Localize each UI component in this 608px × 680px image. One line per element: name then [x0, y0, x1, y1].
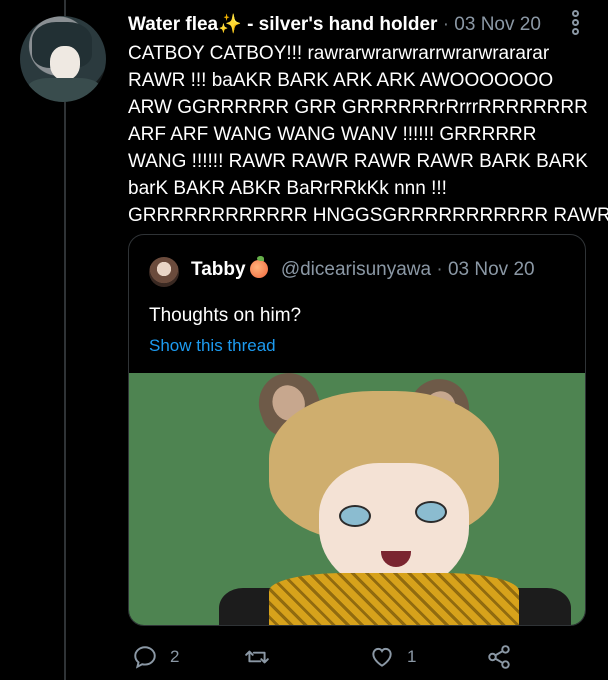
tweet-text-line: WANG !!!!!! RAWR RAWR RAWR RAWR BARK BAR…	[128, 151, 588, 172]
share-button[interactable]	[486, 644, 512, 670]
author-name[interactable]: Water flea	[128, 14, 218, 35]
like-icon	[372, 647, 392, 667]
character-scarf	[269, 573, 519, 625]
tweet-text-line: RAWR !!! baAKR BARK ARK ARK AWOOOOOOO	[128, 70, 554, 91]
character-eye-right	[415, 501, 447, 523]
reply-count: 2	[170, 647, 180, 666]
tweet-date[interactable]: 03 Nov 20	[454, 14, 541, 35]
tweet-text-line: CATBOY CATBOY!!! rawrarwrarwrarrwrarwrar…	[128, 43, 550, 64]
separator-dot: ·	[442, 14, 450, 35]
retweet-button[interactable]	[244, 644, 282, 670]
avatar-collar	[28, 78, 100, 102]
quote-text: Thoughts on him?	[149, 305, 302, 326]
quoted-tweet[interactable]: Tabby @dicearisunyawa · 03 Nov 20 Though…	[128, 234, 586, 626]
quote-header: Tabby @dicearisunyawa · 03 Nov 20	[191, 256, 535, 281]
quote-author-name[interactable]: Tabby	[191, 259, 246, 280]
quote-date[interactable]: 03 Nov 20	[448, 259, 535, 280]
tweet-text-line: ARF ARF WANG WANG WANV !!!!!! GRRRRRR	[128, 124, 537, 145]
reply-icon	[134, 646, 156, 669]
tweet-actions: 2 1	[0, 640, 608, 680]
tweet-text-line: barK BAKR ABKR BaRrRRkKk nnn !!!	[128, 178, 447, 199]
peach-emoji	[249, 256, 268, 278]
like-count: 1	[407, 647, 417, 666]
character-jacket-right	[511, 588, 571, 625]
avatar-face	[50, 46, 80, 80]
tweet-text-line: GRRRRRRRRRRRR HNGGSGRRRRRRRRRRR RAWR	[128, 205, 608, 226]
author-avatar[interactable]	[20, 16, 106, 102]
more-vertical-icon[interactable]	[568, 8, 582, 42]
reply-button[interactable]: 2	[132, 644, 179, 670]
sparkle-emoji: ✨	[218, 14, 242, 35]
show-thread-link[interactable]: Show this thread	[149, 336, 276, 356]
tweet-text: CATBOY CATBOY!!! rawrarwrarwrarrwrarwrar…	[128, 40, 608, 229]
like-button[interactable]: 1	[369, 644, 416, 670]
quote-author-handle[interactable]: @dicearisunyawa	[281, 259, 431, 280]
author-name-suffix[interactable]: - silver's hand holder	[247, 14, 437, 35]
character-eye-left	[339, 505, 371, 527]
quote-author-avatar[interactable]	[149, 257, 179, 287]
tweet-text-line: ARW GGRRRRRR GRR GRRRRRRrRrrrRRRRRRRR	[128, 97, 588, 118]
thread-line	[64, 0, 66, 680]
quote-image[interactable]	[129, 373, 585, 625]
share-icon	[488, 645, 510, 669]
separator-dot: ·	[436, 259, 443, 280]
retweet-icon	[245, 650, 269, 664]
tweet-header: Water flea✨ - silver's hand holder · 03 …	[128, 12, 541, 36]
